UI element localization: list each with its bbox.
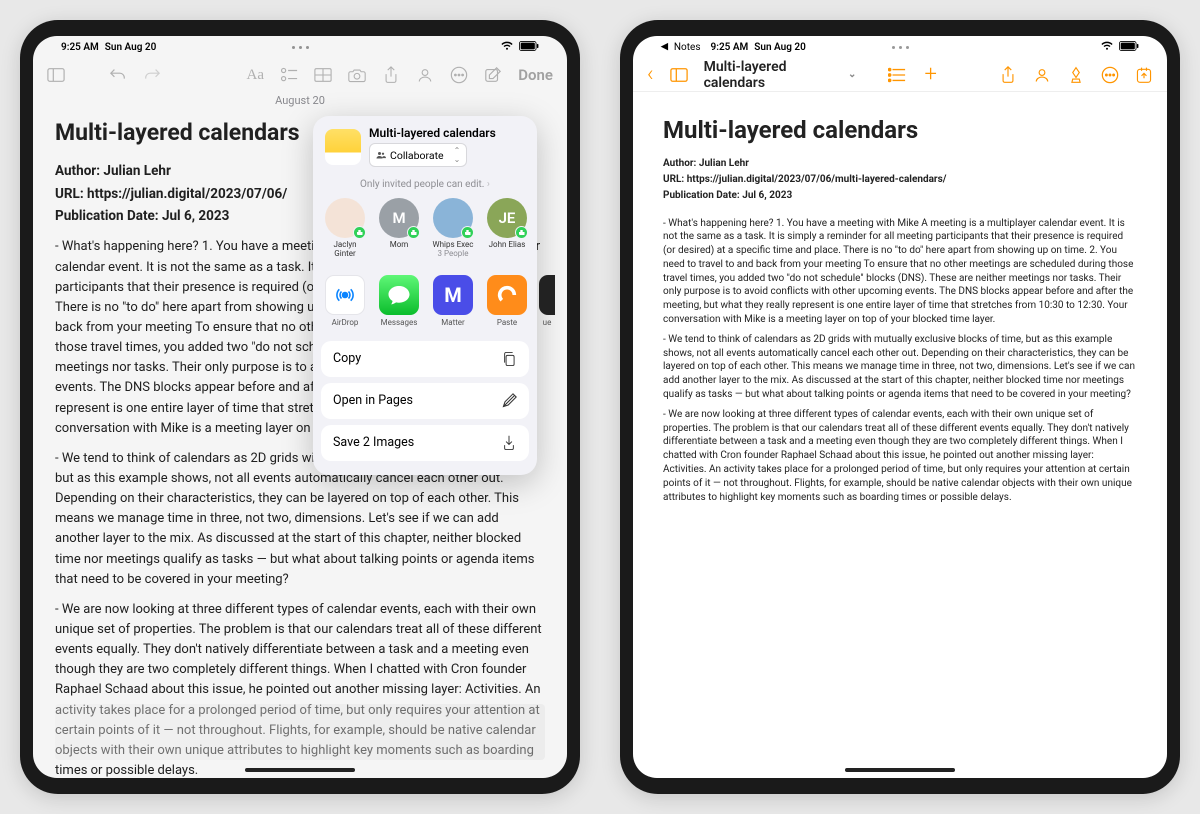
checklist-icon[interactable] <box>888 66 906 84</box>
status-time: 9:25 AM <box>61 42 99 53</box>
rewind-icon[interactable] <box>1135 66 1153 84</box>
share-person[interactable]: Jaclyn Ginter <box>323 198 367 259</box>
status-day: Sun Aug 20 <box>754 42 806 53</box>
note-p1: - What's happening here? 1. You have a m… <box>663 217 1137 327</box>
sidebar-icon[interactable] <box>670 66 688 84</box>
status-bar: 9:25 AM Sun Aug 20 <box>33 36 567 58</box>
checklist-icon[interactable] <box>280 66 298 84</box>
share-app-airdrop[interactable]: AirDrop <box>323 275 367 327</box>
markup-icon[interactable] <box>1067 66 1085 84</box>
status-dots <box>292 46 309 49</box>
share-title: Multi-layered calendars <box>369 126 496 140</box>
back-app-label[interactable]: Notes <box>674 42 701 53</box>
notes-app-icon <box>325 129 361 165</box>
status-day: Sun Aug 20 <box>105 42 157 53</box>
note-image-placeholder <box>55 704 545 760</box>
compose-icon[interactable] <box>484 66 502 84</box>
share-action-open-pages[interactable]: Open in Pages <box>321 383 529 419</box>
share-person[interactable]: MMom <box>377 198 421 259</box>
note-p3: - We are now looking at three different … <box>663 408 1137 505</box>
status-time: 9:25 AM <box>711 42 749 53</box>
redo-icon[interactable] <box>143 66 161 84</box>
status-dots <box>892 46 909 49</box>
home-indicator[interactable] <box>245 768 355 772</box>
note-title-dropdown[interactable]: Multi-layered calendars ⌄ <box>704 59 857 91</box>
camera-icon[interactable] <box>348 66 366 84</box>
wifi-icon <box>1100 40 1114 54</box>
share-icon[interactable] <box>382 66 400 84</box>
chevron-down-icon: ⌄ <box>848 69 856 80</box>
status-bar: ◀ Notes 9:25 AM Sun Aug 20 <box>633 36 1167 58</box>
screen-left: 9:25 AM Sun Aug 20 Aa Done Au <box>33 36 567 778</box>
screen-right: ◀ Notes 9:25 AM Sun Aug 20 ‹ Multi-layer… <box>633 36 1167 778</box>
collab-label: Collaborate <box>390 149 444 162</box>
note-url: URL: https://julian.digital/2023/07/06/m… <box>663 173 1137 187</box>
share-icon[interactable] <box>999 66 1017 84</box>
toolbar-left: Aa Done <box>33 58 567 92</box>
ipad-left: 9:25 AM Sun Aug 20 Aa Done Au <box>20 20 580 794</box>
share-sheet: Multi-layered calendars Collaborate ⌃⌄ O… <box>313 116 537 475</box>
collaborate-icon[interactable] <box>1033 66 1051 84</box>
share-person[interactable]: JEJohn Elias <box>485 198 529 259</box>
sidebar-icon[interactable] <box>47 66 65 84</box>
more-icon[interactable] <box>1101 66 1119 84</box>
note-title: Multi-layered calendars <box>663 114 1137 147</box>
table-icon[interactable] <box>314 66 332 84</box>
undo-icon[interactable] <box>109 66 127 84</box>
more-icon[interactable] <box>450 66 468 84</box>
note-date: August 20 <box>33 94 567 107</box>
share-app-more[interactable]: ue <box>539 275 555 327</box>
collaborate-dropdown[interactable]: Collaborate ⌃⌄ <box>369 143 467 167</box>
note-body-right: Multi-layered calendars Author: Julian L… <box>633 92 1167 512</box>
note-author: Author: Julian Lehr <box>663 157 1137 171</box>
format-icon[interactable]: Aa <box>246 66 264 84</box>
home-indicator[interactable] <box>845 768 955 772</box>
collaborate-icon[interactable] <box>416 66 434 84</box>
share-action-save-images[interactable]: Save 2 Images <box>321 425 529 461</box>
add-icon[interactable]: + <box>922 66 939 84</box>
share-app-paste[interactable]: Paste <box>485 275 529 327</box>
battery-icon <box>1119 41 1139 54</box>
share-apps-row: AirDrop Messages MMatter Paste ue <box>313 269 537 337</box>
share-app-messages[interactable]: Messages <box>377 275 421 327</box>
toolbar-right: ‹ Multi-layered calendars ⌄ + <box>633 58 1167 92</box>
done-button[interactable]: Done <box>518 66 553 84</box>
battery-icon <box>519 41 539 54</box>
share-person[interactable]: Whips Exec3 People <box>431 198 475 259</box>
share-action-copy[interactable]: Copy <box>321 341 529 377</box>
share-hint[interactable]: Only invited people can edit. › <box>313 175 537 198</box>
back-icon[interactable]: ‹ <box>647 62 654 87</box>
note-pubdate: Publication Date: Jul 6, 2023 <box>663 189 1137 203</box>
share-people-row: Jaclyn Ginter MMom Whips Exec3 People JE… <box>313 198 537 269</box>
wifi-icon <box>500 40 514 54</box>
share-app-matter[interactable]: MMatter <box>431 275 475 327</box>
note-p2: - We tend to think of calendars as 2D gr… <box>663 333 1137 402</box>
ipad-right: ◀ Notes 9:25 AM Sun Aug 20 ‹ Multi-layer… <box>620 20 1180 794</box>
